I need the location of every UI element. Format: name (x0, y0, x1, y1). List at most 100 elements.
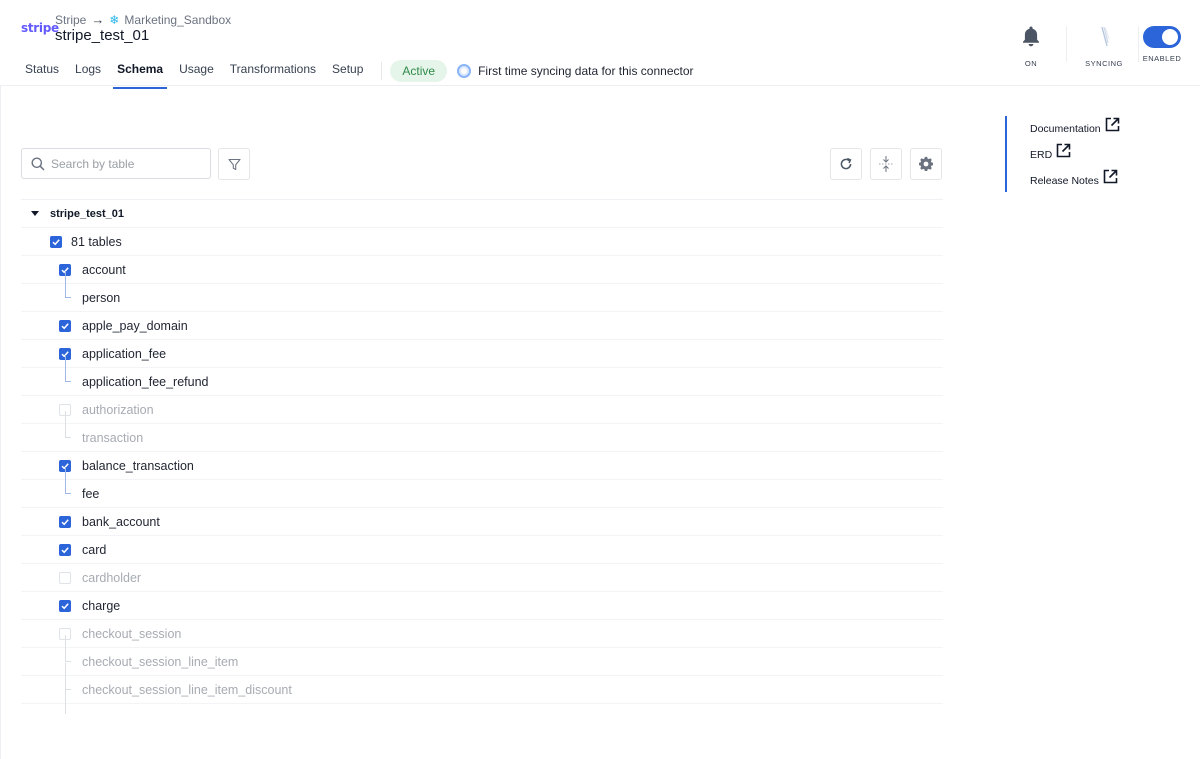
tree-connector (65, 663, 71, 690)
table-row[interactable]: authorization (21, 396, 943, 424)
table-name: fee (82, 486, 100, 501)
schema-row[interactable]: stripe_test_01 (21, 200, 943, 228)
table-name: card (82, 542, 107, 557)
stripe-logo: stripe (21, 21, 59, 35)
tables-count: 81 tables (71, 234, 122, 249)
table-checkbox[interactable] (59, 515, 71, 528)
table-name: bank_account (82, 514, 160, 529)
tree-connector (65, 467, 71, 494)
tree-connector (65, 271, 71, 298)
table-name: checkout_session_line_item_discount (82, 682, 292, 697)
table-checkbox[interactable] (59, 543, 71, 556)
refresh-button[interactable] (830, 148, 862, 180)
table-row[interactable]: application_fee (21, 340, 943, 368)
bell-icon (1023, 26, 1039, 47)
page-title: stripe_test_01 (55, 27, 150, 44)
tree-connector (65, 690, 66, 714)
gear-icon (919, 156, 933, 171)
breadcrumb-source[interactable]: Stripe (55, 13, 86, 27)
table-name: charge (82, 598, 121, 613)
caret-down-icon[interactable] (31, 211, 39, 216)
table-row[interactable]: card (21, 536, 943, 564)
documentation-link[interactable]: Documentation (1030, 116, 1165, 142)
tree-connector (65, 635, 71, 662)
filter-icon (227, 158, 241, 170)
external-link-icon (1103, 169, 1118, 184)
child-table-row[interactable]: transaction (21, 411, 943, 452)
search-input[interactable] (51, 156, 201, 171)
tab-usage[interactable]: Usage (171, 56, 222, 85)
snowflake-icon: ❄ (109, 12, 120, 27)
tree-connector (65, 355, 71, 382)
enabled-toggle[interactable] (1143, 26, 1181, 48)
child-table-row[interactable]: person (21, 271, 943, 312)
collapse-icon (879, 156, 893, 172)
enabled-control[interactable]: ENABLED (1132, 24, 1192, 63)
resource-links: Documentation ERD Release Notes (1005, 116, 1165, 192)
connector-header: stripe Stripe → ❄ Marketing_Sandbox stri… (0, 0, 1200, 89)
sync-status-label: SYNCING (1085, 59, 1123, 68)
table-row[interactable]: account (21, 256, 943, 284)
toggle-knob (1162, 29, 1178, 45)
refresh-icon (840, 157, 852, 170)
content-edge (0, 86, 2, 759)
notifications-control[interactable]: ON (1001, 24, 1061, 68)
table-name: balance_transaction (82, 458, 194, 473)
tab-bar: Status Logs Schema Usage Transformations… (17, 56, 694, 89)
table-row[interactable]: apple_pay_domain (21, 312, 943, 340)
search-icon (31, 157, 45, 171)
table-checkbox[interactable] (59, 599, 71, 612)
tables-row[interactable]: 81 tables (21, 228, 943, 256)
schema-name: stripe_test_01 (50, 207, 124, 220)
table-row[interactable]: charge (21, 592, 943, 620)
header-divider (1066, 26, 1067, 62)
child-table-row[interactable]: application_fee_refund (21, 355, 943, 396)
search-box[interactable] (21, 148, 211, 179)
tab-status[interactable]: Status (17, 56, 67, 85)
child-table-row[interactable]: checkout_session_line_item (21, 635, 943, 676)
table-name: person (82, 290, 121, 305)
table-name: transaction (82, 430, 144, 445)
tab-setup[interactable]: Setup (324, 56, 371, 85)
child-table-row[interactable]: checkout_session_line_item_discount (21, 663, 943, 714)
table-checkbox[interactable] (59, 571, 71, 584)
documentation-label: Documentation (1030, 123, 1101, 135)
status-badge: Active (390, 59, 448, 82)
release-notes-link[interactable]: Release Notes (1030, 168, 1165, 194)
tree-connector (65, 411, 71, 438)
table-name: account (82, 262, 126, 277)
breadcrumb: Stripe → ❄ Marketing_Sandbox (55, 12, 231, 27)
tab-logs[interactable]: Logs (67, 56, 109, 85)
schema-tree: stripe_test_01 81 tables account person … (21, 199, 943, 714)
table-name: application_fee (82, 346, 167, 361)
sync-status-control: SYNCING (1074, 24, 1134, 68)
tab-schema[interactable]: Schema (109, 56, 171, 89)
erd-link[interactable]: ERD (1030, 142, 1165, 168)
table-name: cardholder (82, 570, 142, 585)
erd-label: ERD (1030, 149, 1053, 161)
child-table-row[interactable]: fee (21, 467, 943, 508)
tab-divider (381, 61, 383, 80)
table-name: application_fee_refund (82, 374, 209, 389)
select-all-checkbox[interactable] (50, 235, 62, 248)
arrow-right-icon: → (91, 12, 105, 27)
table-name: checkout_session_line_item (82, 654, 239, 669)
enabled-label: ENABLED (1142, 54, 1182, 63)
tab-transformations[interactable]: Transformations (222, 56, 324, 85)
filter-button[interactable] (218, 148, 250, 180)
breadcrumb-destination[interactable]: Marketing_Sandbox (124, 13, 231, 27)
table-checkbox[interactable] (59, 319, 71, 332)
table-row[interactable]: cardholder (21, 564, 943, 592)
sync-progress-icon (457, 63, 472, 78)
sync-note: First time syncing data for this connect… (478, 63, 694, 78)
table-row[interactable]: balance_transaction (21, 452, 943, 480)
notifications-label: ON (1024, 59, 1038, 68)
table-name: checkout_session (82, 626, 182, 641)
collapse-all-button[interactable] (870, 148, 902, 180)
release-notes-label: Release Notes (1030, 175, 1099, 187)
syncing-spinner-icon (1101, 26, 1110, 47)
settings-button[interactable] (910, 148, 942, 180)
external-link-icon (1056, 143, 1071, 158)
table-row[interactable]: checkout_session (21, 620, 943, 648)
table-row[interactable]: bank_account (21, 508, 943, 536)
